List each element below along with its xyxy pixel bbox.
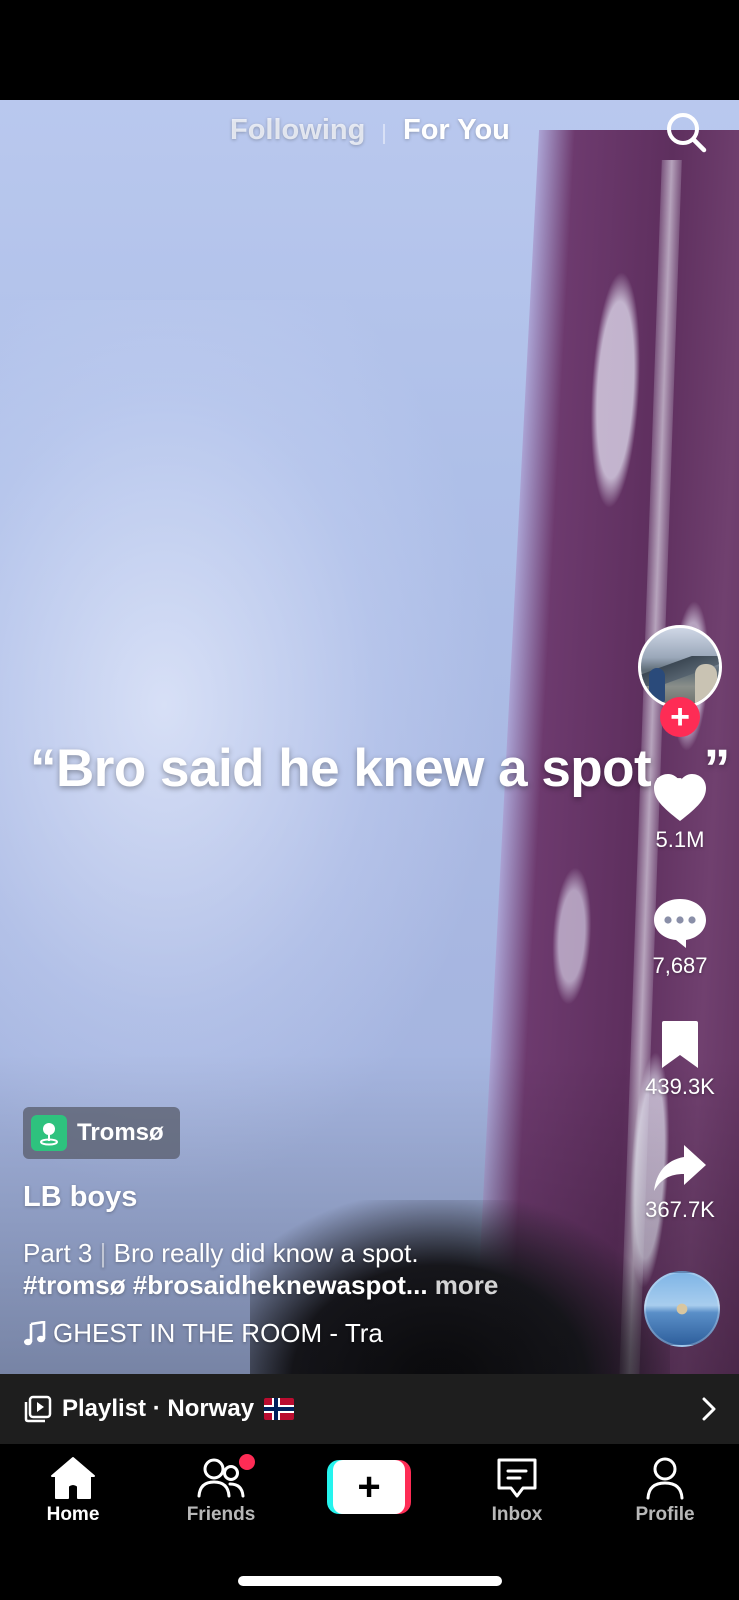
follow-button[interactable]: + [660,697,700,737]
inbox-icon [497,1458,537,1498]
plus-icon: + [670,698,690,736]
video-caption-overlay: “Bro said he knew a spot…” [30,739,730,798]
status-bar [0,0,739,100]
save-button[interactable]: 439.3K [630,1020,730,1100]
tab-home-label: Home [46,1504,100,1525]
share-button[interactable]: 367.7K [630,1143,730,1223]
search-icon[interactable] [664,110,708,154]
more-link[interactable]: more [435,1270,499,1300]
post-hashtags[interactable]: #tromsø #brosaidheknewaspot... [23,1270,428,1300]
comment-icon [654,899,706,948]
plus-icon: + [333,1460,405,1514]
share-count: 367.7K [645,1197,715,1222]
tab-home[interactable]: Home [13,1456,133,1526]
music-disc[interactable] [644,1271,720,1347]
playlist-label: Playlist · Norway [62,1395,255,1422]
tab-profile-label: Profile [635,1504,695,1525]
tab-for-you[interactable]: For You [403,114,510,147]
music-row[interactable]: GHEST IN THE ROOM - Tra [23,1318,398,1349]
playlist-icon [24,1395,52,1423]
post-description: Part 3 | Bro really did know a spot. #tr… [23,1237,583,1301]
home-icon [51,1457,95,1499]
post-separator: | [99,1238,107,1268]
tab-profile[interactable]: Profile [605,1456,725,1526]
comment-count: 7,687 [652,953,708,978]
profile-icon [646,1457,684,1500]
friends-notification-dot [239,1454,255,1470]
tab-divider [383,124,385,144]
music-note-icon [24,1320,46,1345]
feed-tabs: Following For You [0,112,739,152]
tab-friends-label: Friends [186,1504,256,1525]
post-part: Part 3 [23,1238,93,1268]
chevron-right-icon [702,1397,716,1421]
location-pin-icon [31,1115,67,1151]
tab-friends[interactable]: Friends [161,1454,281,1526]
home-indicator [238,1576,502,1586]
creator-username[interactable]: LB boys [23,1181,137,1214]
share-icon [654,1145,706,1191]
create-button[interactable]: + [327,1460,411,1514]
norway-flag-icon [264,1398,295,1420]
tab-inbox-label: Inbox [491,1504,543,1525]
location-tag[interactable]: Tromsø [23,1107,180,1159]
post-text: Bro really did know a spot. [113,1238,419,1268]
comment-button[interactable]: 7,687 [630,897,730,979]
like-button[interactable]: 5.1M [630,773,730,853]
music-title: GHEST IN THE ROOM - Tra [53,1318,383,1348]
heart-icon [654,774,706,821]
save-count: 439.3K [645,1074,715,1099]
location-label: Tromsø [77,1119,164,1146]
tab-inbox[interactable]: Inbox [457,1456,577,1526]
like-count: 5.1M [655,827,705,852]
tab-following[interactable]: Following [230,114,365,147]
playlist-bar[interactable]: Playlist · Norway [0,1374,739,1444]
bookmark-icon [662,1021,698,1068]
